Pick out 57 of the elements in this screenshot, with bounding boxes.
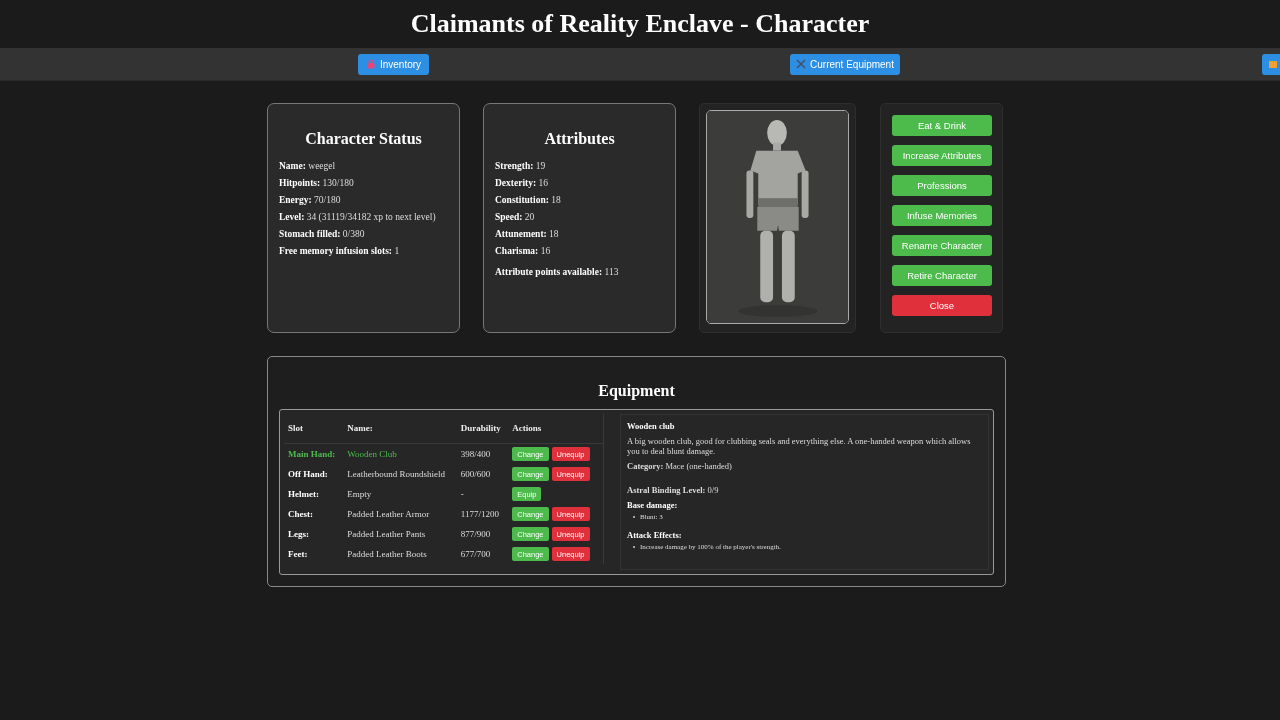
column-header: Durability [456, 414, 509, 444]
item-description: A big wooden club, good for clubbing seals and everything else. A one-handed weapon which allows you to deal blunt damage. [627, 436, 972, 456]
bag-icon [365, 59, 376, 69]
table-cell-text: - [459, 488, 465, 501]
field-text: Speed: 20 [495, 212, 536, 222]
field-text: Level: 34 (31119/34182 xp to next level) [279, 212, 437, 222]
panel-title: Equipment [597, 382, 676, 400]
table-cell-text: Helmet: [287, 488, 320, 501]
nav-button[interactable]: Inventory [358, 53, 429, 75]
table-cell[interactable]: Padded Leather Boots [343, 544, 457, 564]
section-heading: Base damage: [627, 500, 679, 510]
action-button[interactable]: Retire Character [892, 265, 992, 286]
table-cell[interactable]: Empty [343, 484, 457, 504]
box-icon [1268, 59, 1278, 69]
column-header: Actions [508, 414, 604, 444]
field-text: Attunement: 18 [495, 229, 560, 239]
table-cell[interactable]: Wooden Club [343, 443, 457, 464]
action-button[interactable]: Eat & Drink [892, 115, 992, 136]
field-text: Dexterity: 16 [495, 178, 549, 188]
crossed-swords-icon [796, 59, 807, 69]
field-text: Energy: 70/180 [279, 195, 342, 205]
field-text: Stomach filled: 0/380 [279, 229, 366, 239]
field-text: Attribute points available: 113 [495, 267, 620, 277]
page-title: Claimants of Reality Enclave - Character [409, 8, 871, 40]
card-title: Character Status [304, 130, 423, 148]
field-text: Charisma: 16 [495, 246, 552, 256]
table-cell-text: Off Hand: [287, 468, 329, 481]
column-header: Slot [284, 414, 344, 444]
table-cell-text: 1177/1200 [459, 508, 500, 521]
field-text: Name: weegel [279, 161, 337, 171]
table-cell: 398/400 [456, 443, 509, 464]
table-cell-text: 677/700 [459, 548, 492, 561]
action-button[interactable]: Professions [892, 175, 992, 196]
action-button[interactable]: Infuse Memories [892, 205, 992, 226]
table-cell-text: 877/900 [459, 528, 492, 541]
field-text: Constitution: 18 [495, 195, 562, 205]
action-button[interactable]: Increase Attributes [892, 145, 992, 166]
action-button[interactable]: Rename Character [892, 235, 992, 256]
field-text: Hitpoints: 130/180 [279, 178, 355, 188]
table-cell-text: Chest: [287, 508, 314, 521]
table-cell-text: Legs: [287, 528, 310, 541]
field-text: Strength: 19 [495, 161, 547, 171]
table-cell-text: 600/600 [459, 468, 492, 481]
category-text: Category: Mace (one-handed) [627, 461, 733, 471]
nav-button[interactable]: Current Equipment [790, 53, 900, 75]
item-name: Wooden club [627, 421, 676, 431]
field-text: Free memory infusion slots: 1 [279, 246, 401, 256]
action-button[interactable]: Close [892, 295, 992, 316]
section-heading: Attack Effects: [627, 530, 683, 540]
table-cell[interactable]: Leatherbound Roundshield [343, 464, 457, 484]
binding-text: Astral Binding Level: 0/9 [627, 485, 720, 495]
column-header: Name: [343, 414, 457, 444]
card-title: Attributes [543, 130, 616, 148]
table-cell-text: Feet: [287, 548, 309, 561]
table-cell[interactable]: Padded Leather Armor [343, 504, 457, 524]
table-cell: Main Hand: [284, 443, 344, 464]
table-cell[interactable]: Padded Leather Pants [343, 524, 457, 544]
